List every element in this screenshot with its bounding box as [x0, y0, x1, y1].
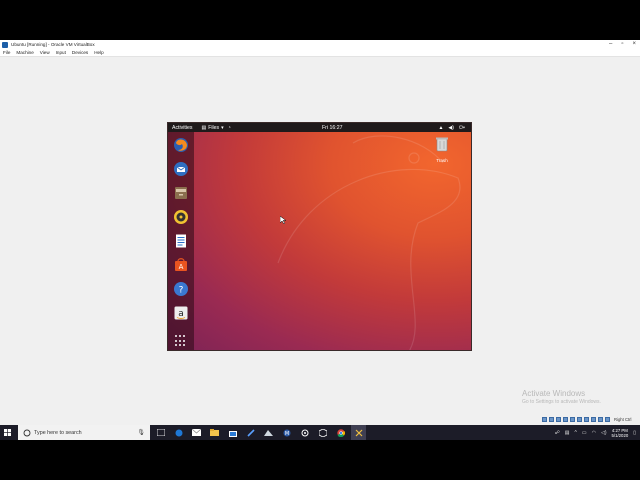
firefox-icon[interactable] — [172, 136, 190, 154]
display-status-icon[interactable] — [584, 417, 589, 422]
amazon-icon[interactable]: a — [172, 304, 190, 322]
capture-status-icon[interactable] — [591, 417, 596, 422]
hdd-status-icon[interactable] — [542, 417, 547, 422]
people-icon[interactable]: ☍ — [555, 430, 560, 436]
mouse-status-icon[interactable] — [605, 417, 610, 422]
activate-subtitle: Go to Settings to activate Windows. — [522, 399, 601, 405]
screen: Ubuntu [Running] - Oracle VM VirtualBox … — [0, 40, 640, 440]
activate-windows-watermark: Activate Windows Go to Settings to activ… — [522, 389, 601, 405]
volume-icon: ◀) — [448, 124, 454, 131]
svg-text:M: M — [284, 431, 288, 437]
clock-time: 4:27 PM — [611, 427, 628, 433]
pen-app-icon[interactable] — [243, 425, 258, 440]
system-tray: ☍ ▤ ^ ▭ ◠ ◁) 4:27 PM 5/1/2020 ▯ — [555, 425, 636, 440]
clock-date: 5/1/2020 — [611, 432, 629, 438]
search-icon — [23, 429, 31, 436]
vbox-title-bar: Ubuntu [Running] - Oracle VM VirtualBox … — [0, 40, 640, 49]
store-icon[interactable] — [225, 425, 240, 440]
usb-status-icon[interactable] — [570, 417, 575, 422]
start-button[interactable] — [0, 425, 15, 440]
maximize-button[interactable]: ▫ — [621, 40, 623, 49]
top-bar-clock[interactable]: Fri 16:27 — [322, 125, 342, 131]
windows-logo-icon — [4, 429, 11, 436]
show-hidden-icons-chevron[interactable]: ^ — [575, 430, 577, 436]
show-applications-icon[interactable] — [175, 335, 187, 347]
menu-help[interactable]: Help — [94, 50, 103, 55]
virtualbox-taskbar-icon[interactable] — [351, 425, 366, 440]
taskbar-clock[interactable]: 4:27 PM 5/1/2020 — [612, 428, 629, 438]
wallpaper-mascot — [277, 135, 461, 350]
vbox-status-bar: Right Ctrl — [542, 417, 631, 422]
trash-icon — [436, 137, 448, 152]
volume-tray-icon[interactable]: ◁) — [601, 430, 607, 436]
mountain-app-icon[interactable] — [261, 425, 276, 440]
settings-gear-icon[interactable] — [297, 425, 312, 440]
audio-status-icon[interactable] — [556, 417, 561, 422]
search-placeholder: Type here to search — [34, 429, 82, 436]
help-icon[interactable]: ? — [172, 280, 190, 298]
shield-app-icon[interactable]: M — [279, 425, 294, 440]
shared-folder-status-icon[interactable] — [577, 417, 582, 422]
mouse-cursor-icon — [280, 216, 286, 224]
vbox-menu-bar: File Machine View Input Devices Help — [0, 49, 640, 57]
network-icon: ▲ — [438, 124, 444, 131]
activate-title: Activate Windows — [522, 389, 586, 398]
chevron-down-icon: ▾ — [221, 124, 224, 131]
menu-file[interactable]: File — [3, 50, 10, 55]
trash-label: Trash — [436, 158, 448, 163]
app-menu-files[interactable]: ▤ Files ▾ ◔ — [201, 125, 230, 131]
system-menu[interactable]: ▲ ◀) ⏻▾ — [438, 123, 465, 132]
file-explorer-icon[interactable] — [207, 425, 222, 440]
cpu-status-icon[interactable] — [598, 417, 603, 422]
activities-button[interactable]: Activities — [172, 125, 192, 131]
writer-icon[interactable] — [172, 232, 190, 250]
menu-view[interactable]: View — [40, 50, 50, 55]
svg-text:a: a — [178, 309, 184, 319]
menu-devices[interactable]: Devices — [72, 50, 88, 55]
virtualbox-icon — [2, 41, 8, 48]
menu-machine[interactable]: Machine — [16, 50, 33, 55]
window-controls: – ▫ × — [609, 40, 636, 49]
software-center-icon[interactable]: A — [172, 256, 190, 274]
optical-status-icon[interactable] — [549, 417, 554, 422]
files-menu-icon: ▤ — [201, 124, 207, 131]
wifi-icon[interactable]: ◠ — [592, 430, 596, 436]
windows-taskbar: Type here to search 🎙︎ M ☍ ▤ ^ ▭ ◠ ◁) 4:… — [0, 425, 640, 440]
edge-icon[interactable] — [171, 425, 186, 440]
chrome-icon[interactable] — [333, 425, 348, 440]
loading-icon: ◔ — [227, 124, 231, 131]
menu-input[interactable]: Input — [56, 50, 66, 55]
ubuntu-dock: A ? a — [168, 132, 194, 350]
minimize-button[interactable]: – — [609, 40, 612, 49]
files-icon[interactable] — [172, 184, 190, 202]
task-view-icon[interactable] — [153, 425, 168, 440]
host-key-label: Right Ctrl — [614, 417, 632, 422]
network-status-icon[interactable] — [563, 417, 568, 422]
rhythmbox-icon[interactable] — [172, 208, 190, 226]
close-button[interactable]: × — [632, 40, 636, 49]
vm-display[interactable]: Activities ▤ Files ▾ ◔ Fri 16:27 ▲ ◀) ⏻▾ — [167, 122, 472, 351]
svg-text:?: ? — [179, 286, 184, 296]
svg-text:A: A — [179, 263, 184, 271]
notifications-icon[interactable]: ▯ — [633, 430, 636, 436]
app-menu-label: Files — [208, 124, 220, 131]
battery-icon[interactable]: ▭ — [582, 430, 587, 436]
window-title: Ubuntu [Running] - Oracle VM VirtualBox — [11, 42, 95, 47]
microphone-icon[interactable]: 🎙︎ — [137, 429, 145, 436]
gnome-top-bar: Activities ▤ Files ▾ ◔ Fri 16:27 ▲ ◀) ⏻▾ — [168, 123, 471, 132]
power-icon: ⏻▾ — [458, 124, 465, 131]
cube-app-icon[interactable] — [315, 425, 330, 440]
taskbar-search-box[interactable]: Type here to search 🎙︎ — [18, 425, 150, 440]
mail-icon[interactable] — [189, 425, 204, 440]
thunderbird-icon[interactable] — [172, 160, 190, 178]
trash-desktop-icon[interactable]: Trash — [432, 136, 452, 163]
network-tray-icon[interactable]: ▤ — [565, 430, 570, 436]
